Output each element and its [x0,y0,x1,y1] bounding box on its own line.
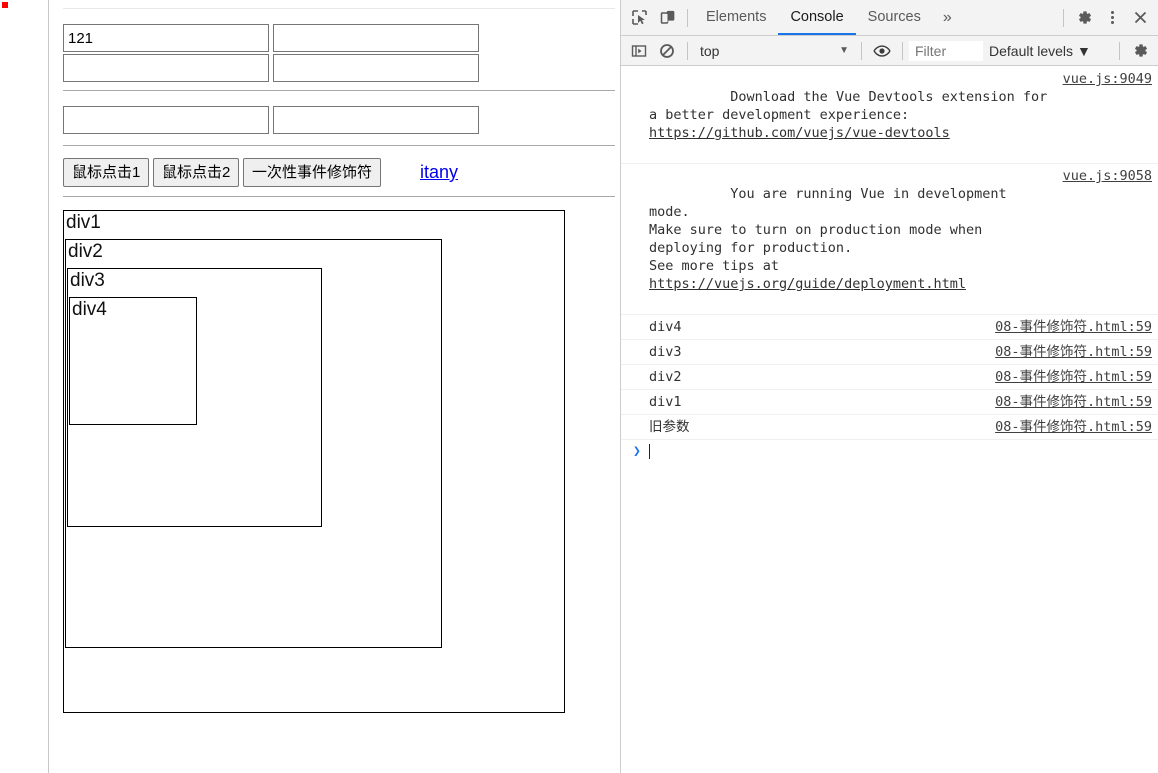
section-divider-2 [63,145,615,146]
console-filter-input[interactable] [909,40,983,61]
device-toolbar-icon[interactable] [653,4,681,32]
console-settings-gear-icon[interactable] [1126,37,1154,65]
prompt-text-caret [648,444,650,459]
top-divider [63,8,615,9]
cursor-artifact [2,2,8,8]
section-divider-3 [63,196,615,197]
console-message-text: Download the Vue Devtools extension for … [649,70,1051,160]
gear-icon[interactable] [1070,4,1098,32]
toolbar-separator-2 [1063,8,1064,27]
console-message[interactable]: Download the Vue Devtools extension for … [621,67,1158,164]
input-2[interactable] [273,24,479,52]
input-1[interactable] [63,24,269,52]
prompt-chevron-right-icon: ❯ [633,444,641,459]
chevron-down-icon: ▼ [839,45,849,56]
mouse-click-2-button[interactable]: 鼠标点击2 [153,158,240,187]
console-message-source[interactable]: 08-事件修饰符.html:59 [995,393,1152,411]
console-message[interactable]: div2 08-事件修饰符.html:59 [621,365,1158,390]
nested-box-div4[interactable]: div4 [69,297,197,425]
filter-separator-4 [1119,41,1120,60]
nested-box-div3-label: div3 [70,270,105,291]
console-message-body: 旧参数 [649,419,690,435]
close-icon[interactable] [1126,4,1154,32]
toolbar-separator-1 [687,8,688,27]
console-message-body: Download the Vue Devtools extension for … [649,89,1056,123]
section-divider-1 [63,90,615,91]
web-page-viewport: 鼠标点击1 鼠标点击2 一次性事件修饰符 itany div1 div2 div… [48,0,615,773]
console-message-body: div2 [649,369,682,385]
console-message[interactable]: div3 08-事件修饰符.html:59 [621,340,1158,365]
input-4[interactable] [273,54,479,82]
console-message-link[interactable]: https://github.com/vuejs/vue-devtools [649,125,950,141]
nested-box-div1[interactable]: div1 div2 div3 div4 [63,210,565,713]
nested-box-div3[interactable]: div3 div4 [67,268,322,527]
tab-console[interactable]: Console [778,0,856,35]
more-tabs-chevron-icon[interactable]: » [933,9,962,27]
console-message-body: div3 [649,344,682,360]
log-levels-chevron-down-icon: ▼ [1076,42,1091,59]
inspect-element-icon[interactable] [625,4,653,32]
filter-separator-2 [861,41,862,60]
console-message-source[interactable]: vue.js:9058 [1063,167,1152,185]
console-message[interactable]: 旧参数 08-事件修饰符.html:59 [621,415,1158,440]
input-6[interactable] [273,106,479,134]
nested-box-div2[interactable]: div2 div3 div4 [65,239,442,648]
console-message-source[interactable]: 08-事件修饰符.html:59 [995,318,1152,336]
log-levels-label: Default levels [989,42,1074,59]
console-message[interactable]: div1 08-事件修饰符.html:59 [621,390,1158,415]
console-sidebar-icon[interactable] [625,37,653,65]
log-levels-dropdown[interactable]: Default levels ▼ [983,43,1097,59]
screenshot-root: 鼠标点击1 鼠标点击2 一次性事件修饰符 itany div1 div2 div… [0,0,1158,773]
console-message[interactable]: div4 08-事件修饰符.html:59 [621,315,1158,340]
tab-elements[interactable]: Elements [694,0,778,35]
nested-box-div2-label: div2 [68,241,103,262]
itany-link[interactable]: itany [420,162,458,183]
nested-box-div1-label: div1 [66,212,101,233]
tab-sources[interactable]: Sources [856,0,933,35]
console-message-body: You are running Vue in development mode.… [649,186,1007,274]
kebab-menu-icon[interactable] [1098,4,1126,32]
console-filter-toolbar: top ▼ Default levels ▼ [621,36,1158,66]
input-3[interactable] [63,54,269,82]
once-event-modifier-button[interactable]: 一次性事件修饰符 [243,158,382,187]
mouse-click-1-button[interactable]: 鼠标点击1 [63,158,150,187]
nested-box-div4-label: div4 [72,299,107,320]
console-message-source[interactable]: vue.js:9049 [1063,70,1152,88]
console-message-source[interactable]: 08-事件修饰符.html:59 [995,418,1152,436]
execution-context-label: top [700,42,720,59]
clear-console-icon[interactable] [653,37,681,65]
console-message[interactable]: You are running Vue in development mode.… [621,164,1158,315]
live-expression-eye-icon[interactable] [868,37,896,65]
devtools-panel: Elements Console Sources » top ▼ Filter … [620,0,1158,773]
console-message-source[interactable]: 08-事件修饰符.html:59 [995,343,1152,361]
console-message-source[interactable]: 08-事件修饰符.html:59 [995,368,1152,386]
console-message-body: div4 [649,319,682,335]
filter-separator-1 [687,41,688,60]
console-prompt[interactable]: ❯ [621,440,1158,463]
filter-separator-3 [902,41,903,60]
console-message-text: You are running Vue in development mode.… [649,167,1051,311]
devtools-main-toolbar: Elements Console Sources » [621,0,1158,36]
console-message-link[interactable]: https://vuejs.org/guide/deployment.html [649,276,966,292]
input-5[interactable] [63,106,269,134]
console-message-body: div1 [649,394,682,410]
execution-context-select[interactable]: top ▼ [694,43,855,59]
console-message-list[interactable]: Download the Vue Devtools extension for … [621,67,1158,773]
